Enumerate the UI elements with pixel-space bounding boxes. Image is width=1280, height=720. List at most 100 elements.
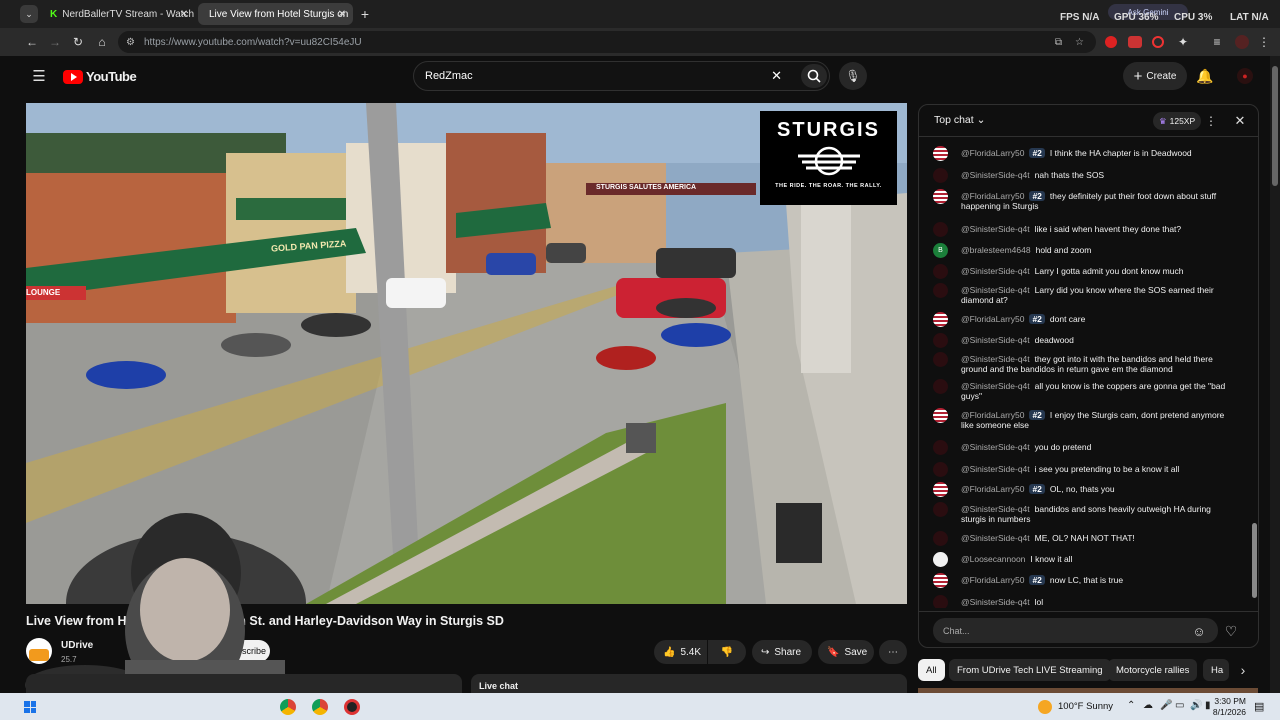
chat-author[interactable]: @Loosecannoon <box>961 554 1025 564</box>
notification-icon[interactable]: ▤ <box>1254 700 1264 713</box>
notifications-bell-icon[interactable]: 🔔 <box>1196 68 1213 84</box>
clock-time[interactable]: 3:30 PM <box>1208 696 1246 706</box>
new-tab-button[interactable]: + <box>357 5 373 23</box>
extension-red-icon[interactable] <box>1105 36 1117 48</box>
subscribe-button[interactable]: Subscribe <box>210 640 270 662</box>
tray-chevron-icon[interactable]: ⌃ <box>1127 700 1135 711</box>
chat-avatar[interactable] <box>933 222 948 237</box>
chat-avatar[interactable] <box>933 531 948 546</box>
chat-author[interactable]: @SinisterSide-q4t <box>961 442 1030 452</box>
url-field[interactable]: ⚙ https://www.youtube.com/watch?v=uu82CI… <box>118 31 1096 53</box>
search-button[interactable] <box>801 64 827 88</box>
clear-search-icon[interactable]: ✕ <box>771 68 782 84</box>
chat-avatar[interactable] <box>933 146 948 161</box>
site-settings-icon[interactable]: ⚙ <box>126 37 135 48</box>
save-button[interactable]: 🔖 Save <box>818 640 874 664</box>
extensions-puzzle-icon[interactable]: ✦ <box>1176 35 1190 49</box>
chat-avatar[interactable] <box>933 502 948 517</box>
chip-motorcycle[interactable]: Motorcycle rallies <box>1108 659 1198 681</box>
chat-author[interactable]: @bralesteem4648 <box>961 245 1031 255</box>
voice-search-icon[interactable]: 🎙 <box>839 62 867 90</box>
chat-author[interactable]: @SinisterSide-q4t <box>961 335 1030 345</box>
chat-author[interactable]: @SinisterSide-q4t <box>961 504 1030 514</box>
browser-tab-active[interactable]: Live View from Hotel Sturgis on <box>198 3 353 25</box>
chat-avatar[interactable] <box>933 573 948 588</box>
channel-name[interactable]: UDrive <box>61 640 93 651</box>
chat-avatar[interactable] <box>933 408 948 423</box>
chat-author[interactable]: @FloridaLarry50 <box>961 191 1024 201</box>
tab-search-icon[interactable]: ⌄ <box>20 5 38 23</box>
weather-text[interactable]: 100°F Sunny <box>1058 701 1113 712</box>
chip-all[interactable]: All <box>918 659 945 681</box>
description-box[interactable] <box>26 674 462 693</box>
chat-avatar[interactable] <box>933 379 948 394</box>
bookmark-star-icon[interactable]: ☆ <box>1075 37 1084 48</box>
search-input[interactable]: RedZmac ✕ <box>413 61 830 91</box>
mic-icon[interactable]: 🎤 <box>1160 700 1172 711</box>
chat-avatar[interactable]: B <box>933 243 948 258</box>
chip-truncated[interactable]: Ha <box>1203 659 1229 681</box>
chat-avatar[interactable] <box>933 312 948 327</box>
chat-avatar[interactable] <box>933 264 948 279</box>
chat-avatar[interactable] <box>933 283 948 298</box>
top-chat-dropdown[interactable]: Top chat ⌄ <box>934 114 985 126</box>
chat-author[interactable]: @SinisterSide-q4t <box>961 354 1030 364</box>
chat-author[interactable]: @SinisterSide-q4t <box>961 224 1030 234</box>
chip-channel[interactable]: From UDrive Tech LIVE Streaming <box>949 659 1111 681</box>
chat-author[interactable]: @SinisterSide-q4t <box>961 381 1030 391</box>
xp-badge[interactable]: ♛ 125XP <box>1153 112 1202 130</box>
chat-author[interactable]: @SinisterSide-q4t <box>961 266 1030 276</box>
extension-opera-icon[interactable] <box>1152 36 1164 48</box>
share-button[interactable]: ↪ Share <box>752 640 812 664</box>
network-icon[interactable]: ▭ <box>1175 700 1184 711</box>
chat-avatar[interactable] <box>933 168 948 183</box>
youtube-logo[interactable]: YouTube <box>63 69 137 84</box>
install-icon[interactable]: ⧉ <box>1055 37 1062 48</box>
chat-scrollbar[interactable] <box>1252 145 1257 605</box>
onedrive-icon[interactable]: ☁ <box>1143 700 1153 711</box>
chat-author[interactable]: @SinisterSide-q4t <box>961 597 1030 607</box>
chat-author[interactable]: @SinisterSide-q4t <box>961 285 1030 295</box>
channel-avatar[interactable] <box>26 638 52 664</box>
account-avatar[interactable]: ● <box>1237 68 1253 84</box>
page-scrollbar[interactable] <box>1270 56 1280 693</box>
chat-avatar[interactable] <box>933 352 948 367</box>
emoji-icon[interactable]: ☺ <box>1191 623 1207 639</box>
chat-avatar[interactable] <box>933 462 948 477</box>
volume-icon[interactable]: 🔊 <box>1190 700 1202 711</box>
chat-avatar[interactable] <box>933 189 948 204</box>
home-icon[interactable]: ⌂ <box>94 34 110 50</box>
profile-avatar[interactable] <box>1235 35 1249 49</box>
chat-author[interactable]: @FloridaLarry50 <box>961 148 1024 158</box>
chat-author[interactable]: @SinisterSide-q4t <box>961 170 1030 180</box>
start-button[interactable] <box>24 701 36 713</box>
back-icon[interactable]: ← <box>24 34 40 50</box>
dislike-button[interactable]: 👎 <box>708 640 746 664</box>
video-player[interactable]: GOLD PAN PIZZA LOUNGE STURGIS SALUTES AM… <box>26 103 907 604</box>
chrome-canary-taskbar-icon[interactable] <box>312 699 328 715</box>
chat-author[interactable]: @SinisterSide-q4t <box>961 464 1030 474</box>
media-icon[interactable]: ≡ <box>1210 35 1224 49</box>
like-button[interactable]: 👍 5.4K <box>654 640 707 664</box>
reload-icon[interactable]: ↻ <box>70 34 86 50</box>
create-button[interactable]: + Create <box>1123 62 1187 90</box>
chat-avatar[interactable] <box>933 333 948 348</box>
chat-avatar[interactable] <box>933 440 948 455</box>
chrome-taskbar-icon[interactable] <box>280 699 296 715</box>
close-icon[interactable]: ✕ <box>335 7 349 21</box>
close-chat-icon[interactable]: ✕ <box>1232 113 1248 129</box>
chat-author[interactable]: @SinisterSide-q4t <box>961 533 1030 543</box>
more-actions-button[interactable]: ⋯ <box>879 640 907 664</box>
clock-date[interactable]: 8/1/2026 <box>1204 707 1246 717</box>
chat-author[interactable]: @FloridaLarry50 <box>961 484 1024 494</box>
chips-next-icon[interactable]: › <box>1235 662 1251 678</box>
hamburger-menu-icon[interactable]: ☰ <box>31 68 47 85</box>
chat-author[interactable]: @FloridaLarry50 <box>961 410 1024 420</box>
extension-lp-icon[interactable] <box>1128 36 1142 48</box>
chat-input[interactable]: Chat... <box>933 618 1218 643</box>
chat-avatar[interactable] <box>933 595 948 608</box>
browser-menu-icon[interactable]: ⋮ <box>1258 35 1270 49</box>
forward-icon[interactable]: → <box>47 34 63 50</box>
app-taskbar-icon[interactable] <box>344 699 360 715</box>
chat-avatar[interactable] <box>933 482 948 497</box>
